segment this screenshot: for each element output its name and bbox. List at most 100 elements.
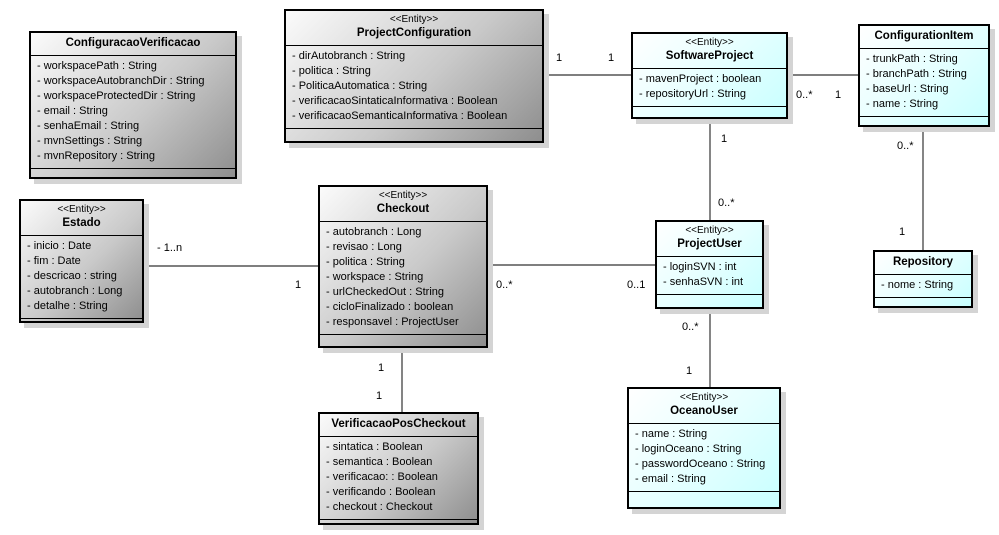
attribute: - email : String — [635, 473, 706, 485]
stereotype-label: <<Entity>> — [679, 392, 729, 403]
attribute: - verificando : Boolean — [326, 486, 436, 498]
operation-compartment — [320, 335, 486, 344]
attribute: - verificacaoSintaticaInformativa : Bool… — [292, 95, 498, 107]
attribute: - checkout : Checkout — [326, 501, 433, 513]
class-verificacao-pos-checkout[interactable]: VerificacaoPosCheckout - sintatica : Bool… — [318, 412, 479, 525]
class-header: <<Entity>> Checkout — [320, 187, 486, 222]
attribute: - branchPath : String — [866, 68, 967, 80]
class-header: <<Entity>> ProjectUser — [657, 222, 762, 257]
operation-compartment — [875, 298, 971, 307]
class-software-project[interactable]: <<Entity>> SoftwareProject - mavenProject … — [631, 32, 788, 119]
multiplicity-label: 0..* — [718, 197, 735, 209]
class-header: ConfigurationItem — [860, 26, 988, 49]
attribute: - urlCheckedOut : String — [326, 286, 444, 298]
attribute-list: - inicio : Date - fim : Date - descricao :… — [21, 236, 142, 319]
operation-compartment — [860, 117, 988, 126]
attribute-list: - dirAutobranch : String - politica : Str… — [286, 46, 542, 129]
multiplicity-label: - 1..n — [157, 242, 183, 254]
multiplicity-label: 1 — [376, 390, 383, 402]
class-name: Repository — [892, 256, 954, 268]
attribute: - baseUrl : String — [866, 83, 949, 95]
attribute: - name : String — [866, 98, 939, 110]
multiplicity-label: 1 — [556, 52, 563, 64]
class-name: Checkout — [376, 203, 430, 215]
class-configuracao-verificacao[interactable]: ConfiguracaoVerificacao - workspacePath :… — [29, 31, 237, 179]
attribute: - workspace : String — [326, 271, 424, 283]
multiplicity-label: 1 — [686, 365, 693, 377]
attribute: - senhaSVN : int — [663, 276, 744, 288]
class-header: <<Entity>> ProjectConfiguration — [286, 11, 542, 46]
attribute: - mavenProject : boolean — [639, 73, 762, 85]
attribute-list: - loginSVN : int - senhaSVN : int — [657, 257, 762, 295]
operation-compartment — [320, 520, 477, 529]
operation-compartment — [633, 107, 786, 116]
attribute: - sintatica : Boolean — [326, 441, 423, 453]
stereotype-label: <<Entity>> — [685, 37, 734, 48]
attribute-list: - trunkPath : String - branchPath : Strin… — [860, 49, 988, 117]
class-name: ConfigurationItem — [874, 30, 974, 42]
multiplicity-label: 1 — [295, 279, 302, 291]
attribute: - semantica : Boolean — [326, 456, 433, 468]
attribute: - senhaEmail : String — [37, 120, 140, 132]
multiplicity-label: 1 — [378, 362, 385, 374]
attribute: - trunkPath : String — [866, 53, 958, 65]
attribute: - cicloFinalizado : boolean — [326, 301, 454, 313]
operation-compartment — [629, 492, 779, 501]
multiplicity-label: 1 — [608, 52, 615, 64]
class-project-configuration[interactable]: <<Entity>> ProjectConfiguration - dirAutob… — [284, 9, 544, 143]
attribute: - fim : Date — [27, 255, 81, 267]
attribute: - loginSVN : int — [663, 261, 737, 273]
attribute: - inicio : Date — [27, 240, 92, 252]
attribute: - workspaceAutobranchDir : String — [37, 75, 205, 87]
class-header: VerificacaoPosCheckout — [320, 414, 477, 437]
class-header: ConfiguracaoVerificacao — [31, 33, 235, 56]
attribute: - responsavel : ProjectUser — [326, 316, 459, 328]
class-checkout[interactable]: <<Entity>> Checkout - autobranch : Long - r… — [318, 185, 488, 348]
stereotype-label: <<Entity>> — [378, 190, 428, 201]
attribute: - mvnRepository : String — [37, 150, 155, 162]
multiplicity-label: 1 — [899, 226, 906, 238]
class-header: <<Entity>> Estado — [21, 201, 142, 236]
attribute: - loginOceano : String — [635, 443, 742, 455]
class-name: OceanoUser — [670, 405, 738, 417]
class-name: Estado — [62, 217, 101, 229]
attribute: - name : String — [635, 428, 708, 440]
multiplicity-label: 0..1 — [627, 279, 646, 291]
class-name: ConfiguracaoVerificacao — [65, 37, 201, 49]
stereotype-label: <<Entity>> — [685, 225, 734, 236]
attribute: - politica : String — [326, 256, 405, 268]
attribute: - dirAutobranch : String — [292, 50, 406, 62]
class-header: Repository — [875, 252, 971, 275]
attribute: - verificacao: : Boolean — [326, 471, 438, 483]
class-oceano-user[interactable]: <<Entity>> OceanoUser - name : String - log… — [627, 387, 781, 509]
attribute: - PoliticaAutomatica : String — [292, 80, 428, 92]
operation-compartment — [21, 319, 142, 328]
class-configuration-item[interactable]: ConfigurationItem - trunkPath : String - b… — [858, 24, 990, 127]
multiplicity-label: 1 — [835, 89, 842, 101]
attribute: - autobranch : Long — [326, 226, 422, 238]
class-project-user[interactable]: <<Entity>> ProjectUser - loginSVN : int - s… — [655, 220, 764, 309]
multiplicity-label: 0..* — [897, 140, 914, 152]
class-header: <<Entity>> SoftwareProject — [633, 34, 786, 69]
attribute-list: - name : String - loginOceano : String - p… — [629, 424, 779, 492]
class-repository[interactable]: Repository - nome : String — [873, 250, 973, 308]
attribute: - verificacaoSemanticaInformativa : Bool… — [292, 110, 508, 122]
multiplicity-label: 0..* — [796, 89, 813, 101]
class-estado[interactable]: <<Entity>> Estado - inicio : Date - fim : D… — [19, 199, 144, 323]
class-name: ProjectConfiguration — [356, 27, 472, 39]
attribute: - autobranch : Long — [27, 285, 123, 297]
attribute: - passwordOceano : String — [635, 458, 766, 470]
attribute: - revisao : Long — [326, 241, 402, 253]
attribute: - repositoryUrl : String — [639, 88, 746, 100]
attribute: - nome : String — [881, 279, 954, 291]
class-name: ProjectUser — [677, 238, 742, 250]
operation-compartment — [31, 169, 235, 178]
attribute-list: - mavenProject : boolean - repositoryUrl … — [633, 69, 786, 107]
stereotype-label: <<Entity>> — [57, 204, 106, 215]
attribute: - detalhe : String — [27, 300, 108, 312]
attribute-list: - autobranch : Long - revisao : Long - pol… — [320, 222, 486, 335]
class-name: VerificacaoPosCheckout — [331, 418, 466, 430]
attribute-list: - nome : String — [875, 275, 971, 298]
operation-compartment — [657, 295, 762, 304]
multiplicity-label: 0..* — [496, 279, 513, 291]
